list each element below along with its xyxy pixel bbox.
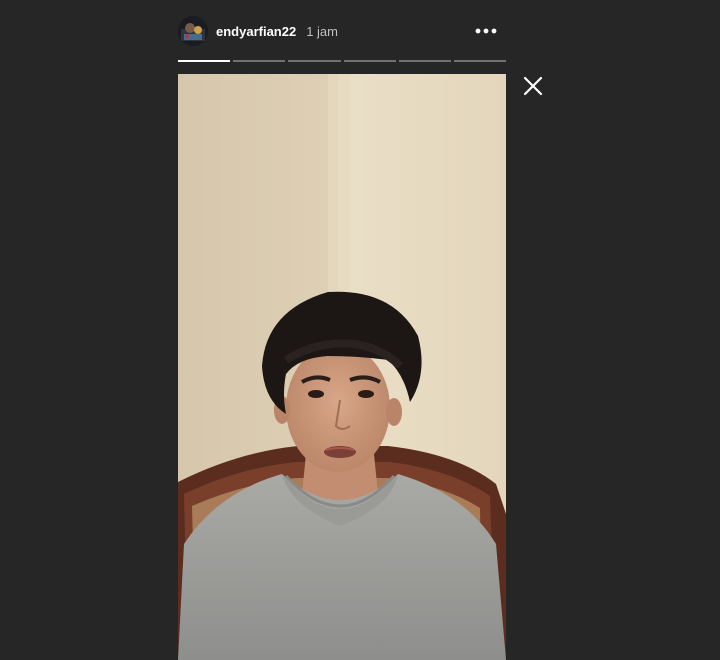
story-container: endyarfian22 1 jam (178, 0, 507, 660)
more-options-icon (475, 28, 497, 34)
avatar-image (178, 16, 208, 46)
story-viewer: endyarfian22 1 jam (0, 0, 720, 660)
close-icon (523, 76, 543, 96)
story-video-frame (178, 74, 506, 660)
progress-segment (343, 60, 396, 62)
progress-segment (453, 60, 507, 62)
progress-segment (233, 60, 286, 62)
story-progress-bar (178, 60, 507, 62)
progress-segment (288, 60, 341, 62)
story-media[interactable] (178, 74, 506, 660)
profile-avatar[interactable] (178, 16, 208, 46)
timestamp: 1 jam (306, 23, 338, 39)
close-button[interactable] (521, 74, 545, 98)
progress-segment (178, 60, 231, 62)
progress-segment (398, 60, 451, 62)
username[interactable]: endyarfian22 (216, 24, 296, 39)
story-header: endyarfian22 1 jam (178, 14, 506, 48)
more-options-button[interactable] (472, 18, 500, 44)
progress-segment-fill (178, 60, 231, 62)
